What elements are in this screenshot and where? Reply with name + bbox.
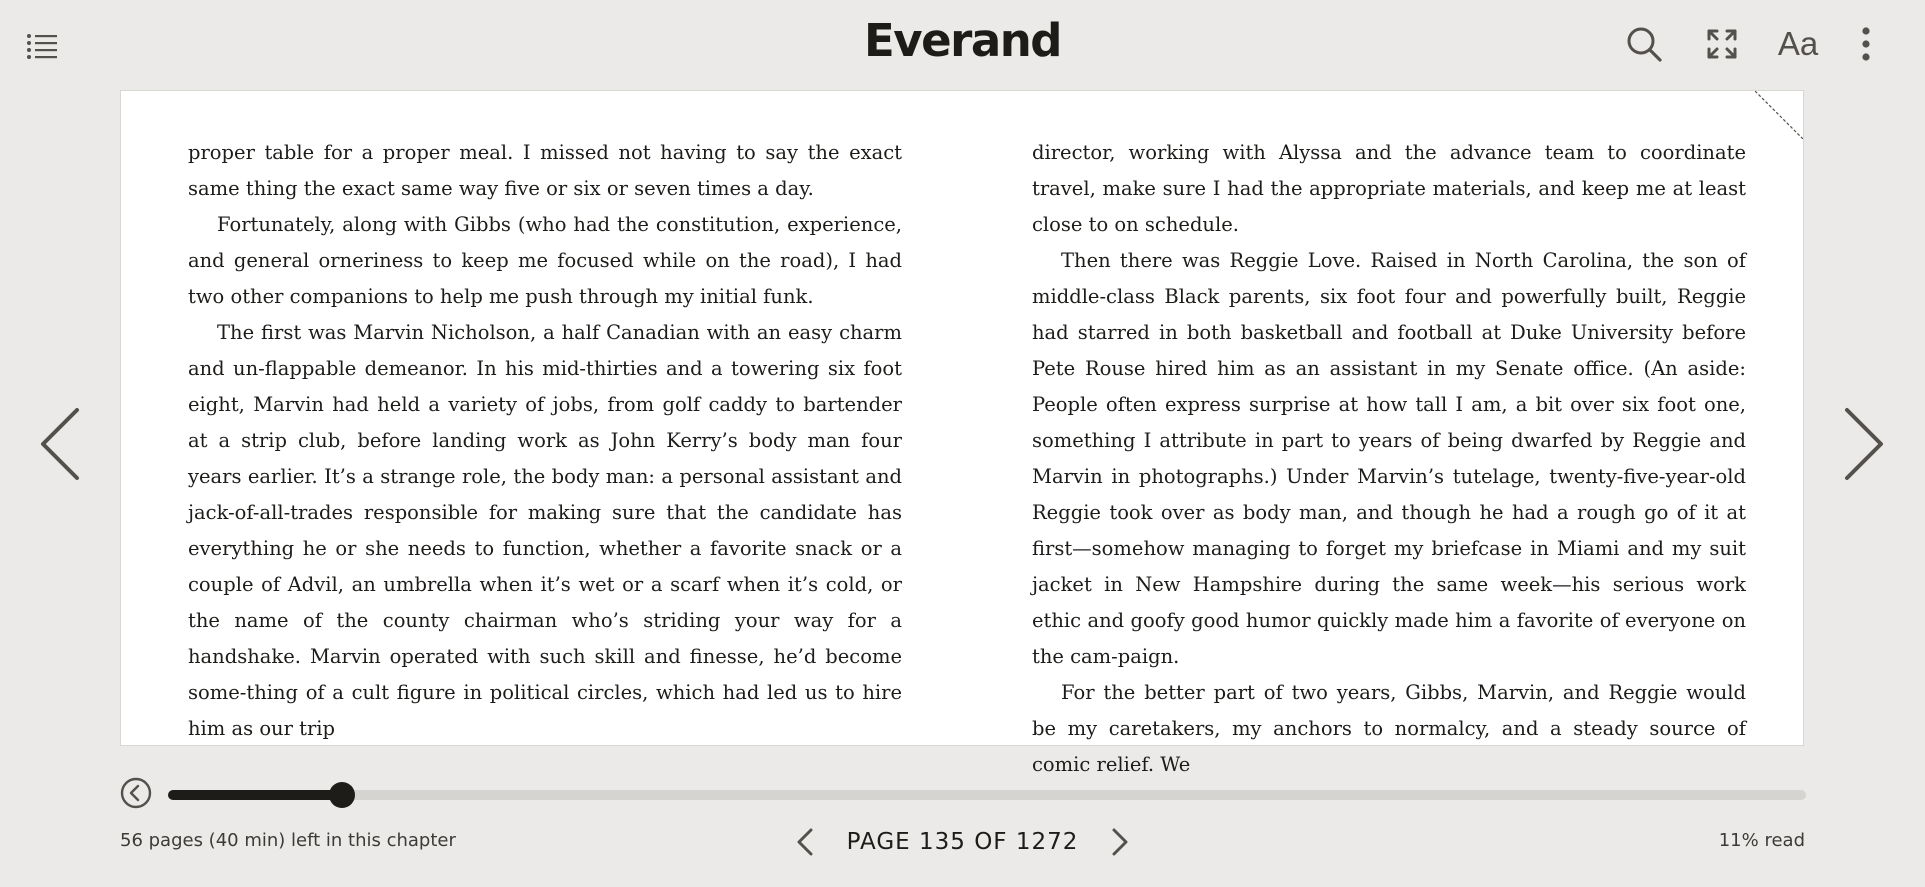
- bookmark-corner[interactable]: [1754, 90, 1804, 140]
- paragraph: The first was Marvin Nicholson, a half C…: [188, 321, 902, 740]
- paragraph: For the better part of two years, Gibbs,…: [1032, 681, 1746, 776]
- left-column: proper table for a proper meal. I missed…: [188, 135, 902, 747]
- circle-chevron-left-icon: [120, 777, 152, 809]
- previous-page-button[interactable]: [34, 404, 84, 484]
- back-to-position-button[interactable]: [120, 777, 152, 809]
- top-bar: Everand Aa: [0, 0, 1925, 88]
- chevron-right-icon: [1112, 828, 1128, 856]
- book-page: proper table for a proper meal. I missed…: [120, 90, 1804, 776]
- reader-app: Everand Aa proper table for a proper mea…: [0, 0, 1925, 887]
- progress-fill: [168, 790, 342, 800]
- page-indicator: PAGE 135 OF 1272: [846, 829, 1079, 855]
- fullscreen-button[interactable]: [1700, 22, 1744, 66]
- paragraph: director, working with Alyssa and the ad…: [1032, 141, 1746, 236]
- font-settings-button[interactable]: Aa: [1776, 22, 1820, 66]
- page-navigator: PAGE 135 OF 1272: [0, 822, 1925, 862]
- search-icon: [1627, 27, 1662, 62]
- fullscreen-icon: [1707, 29, 1737, 59]
- paragraph: Fortunately, along with Gibbs (who had t…: [188, 213, 902, 308]
- paragraph: Then there was Reggie Love. Raised in No…: [1032, 249, 1746, 668]
- reading-progress-slider[interactable]: [168, 782, 1806, 808]
- chevron-left-icon: [797, 828, 813, 856]
- paragraph: proper table for a proper meal. I missed…: [188, 141, 902, 200]
- previous-page-small-button[interactable]: [787, 822, 823, 862]
- read-percentage: 11% read: [1718, 830, 1805, 851]
- next-page-button[interactable]: [1840, 404, 1890, 484]
- right-column: director, working with Alyssa and the ad…: [1032, 135, 1746, 783]
- search-button[interactable]: [1622, 22, 1666, 66]
- chevron-right-icon: [1845, 408, 1883, 480]
- more-options-button[interactable]: [1844, 22, 1888, 66]
- more-vertical-icon: [1862, 27, 1870, 61]
- progress-thumb[interactable]: [328, 782, 355, 808]
- next-page-small-button[interactable]: [1102, 822, 1138, 862]
- chevron-left-icon: [41, 408, 79, 480]
- bookmark-fold-icon: [1754, 90, 1804, 140]
